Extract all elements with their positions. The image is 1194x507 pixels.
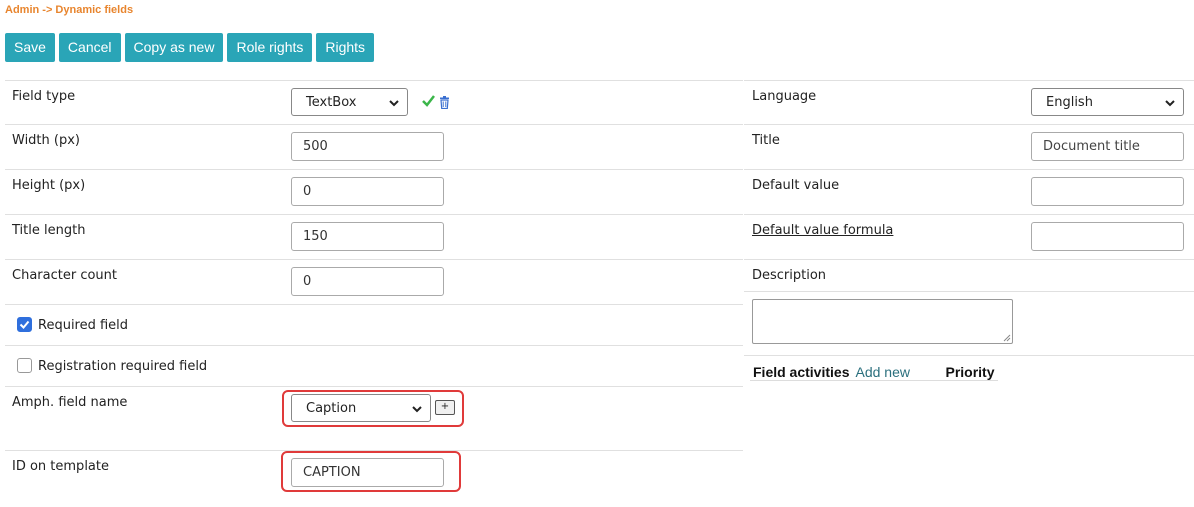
checkmark-icon [19,320,30,329]
character-count-input[interactable] [291,267,444,296]
registration-required-checkbox[interactable] [17,358,32,373]
amph-field-name-value: Caption [306,400,357,416]
check-icon[interactable] [422,95,435,107]
id-on-template-input[interactable] [291,458,444,487]
description-label: Description [752,268,827,283]
toolbar: Save Cancel Copy as new Role rights Righ… [5,33,375,62]
divider [744,259,1194,260]
amph-field-name-label: Amph. field name [12,395,128,410]
divider [5,345,743,346]
save-button[interactable]: Save [5,33,55,62]
chevron-down-icon [1165,100,1175,107]
divider [5,124,743,125]
character-count-label: Character count [12,268,117,283]
default-value-label: Default value [752,178,840,193]
breadcrumb[interactable]: Admin -> Dynamic fields [5,4,133,16]
divider [744,214,1194,215]
field-type-label: Field type [12,89,76,104]
rights-button[interactable]: Rights [316,33,375,62]
divider [5,80,743,81]
divider [5,386,743,387]
title-length-label: Title length [12,223,86,238]
resize-handle-icon[interactable] [1003,334,1011,342]
required-field-label[interactable]: Required field [38,318,128,333]
default-value-formula-link[interactable]: Default value formula [752,223,893,238]
language-label: Language [752,89,817,104]
language-select[interactable]: English [1031,88,1184,116]
registration-required-label[interactable]: Registration required field [38,359,207,374]
description-textarea[interactable] [752,299,1013,344]
field-type-value: TextBox [306,94,357,110]
required-field-checkbox[interactable] [17,317,32,332]
add-new-activity-link[interactable]: Add new [852,363,943,381]
divider [5,169,743,170]
divider [744,355,1194,356]
divider [744,80,1194,81]
copy-as-new-button[interactable]: Copy as new [124,33,224,62]
language-value: English [1046,94,1093,110]
default-value-input[interactable] [1031,177,1184,206]
divider [744,169,1194,170]
default-value-formula-input[interactable] [1031,222,1184,251]
amph-field-name-select[interactable]: Caption [291,394,431,422]
cancel-button[interactable]: Cancel [58,33,121,62]
field-activities-table: Field activities Add new Priority [750,363,998,381]
trash-icon[interactable] [439,96,450,109]
width-input[interactable] [291,132,444,161]
id-on-template-label: ID on template [12,459,109,474]
divider [744,291,1194,292]
chevron-down-icon [389,100,399,107]
title-label: Title [752,133,780,148]
divider [5,304,743,305]
height-input[interactable] [291,177,444,206]
divider [744,124,1194,125]
role-rights-button[interactable]: Role rights [227,33,313,62]
height-label: Height (px) [12,178,86,193]
divider [5,259,743,260]
field-activities-header: Field activities [750,363,853,381]
chevron-down-icon [412,406,422,413]
field-type-select[interactable]: TextBox [291,88,408,116]
title-length-input[interactable] [291,222,444,251]
add-amph-field-button[interactable]: + [435,400,455,415]
width-label: Width (px) [12,133,80,148]
divider [5,214,743,215]
title-input[interactable] [1031,132,1184,161]
priority-header: Priority [942,363,998,381]
